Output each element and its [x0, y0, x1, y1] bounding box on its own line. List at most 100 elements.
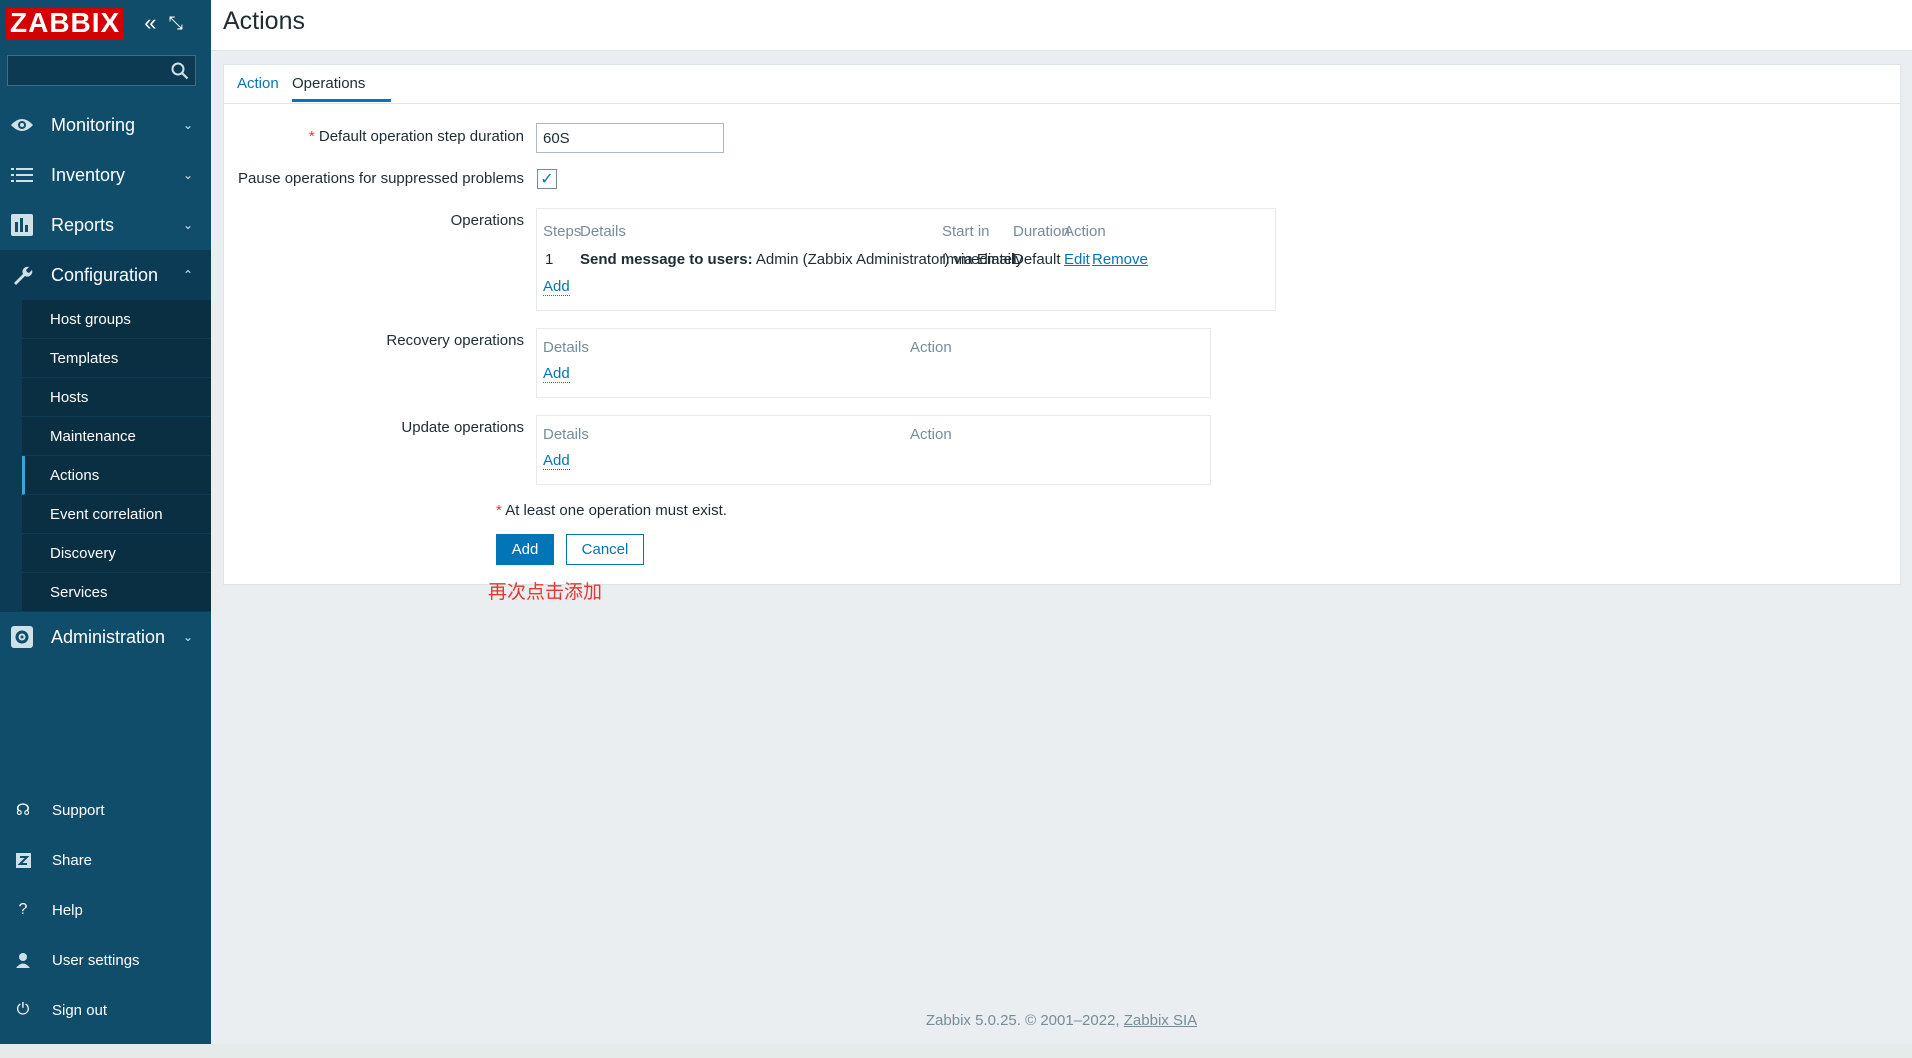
main-nav: Monitoring ⌄ Inventory ⌄ Reports ⌄ Confi… — [0, 100, 211, 662]
collapse-sidebar-icon[interactable]: « — [144, 10, 156, 36]
submenu-discovery[interactable]: Discovery — [22, 534, 211, 573]
footer-text: Zabbix 5.0.25. © 2001–2022, — [925, 1012, 1120, 1029]
nav-label: User settings — [52, 951, 140, 969]
kiosk-mode-icon[interactable]: ⤡ — [168, 13, 182, 34]
tab-operations[interactable]: Operations — [292, 75, 365, 92]
remove-operation-link[interactable]: Remove — [1092, 251, 1148, 268]
chevron-down-icon: ⌄ — [182, 630, 193, 644]
nav-label: Share — [52, 851, 93, 869]
chevron-up-icon: ⌃ — [182, 268, 193, 282]
bottom-bar — [0, 1044, 1912, 1058]
tab-bar: Action Operations — [224, 65, 1900, 104]
operations-label: Operations — [450, 212, 524, 229]
submenu-host-groups[interactable]: Host groups — [22, 300, 211, 339]
update-operations-label: Update operations — [401, 419, 524, 436]
column-header: Steps — [543, 223, 582, 240]
operations-table: Steps Details Start in Duration Action 1… — [536, 208, 1276, 311]
page-header: Actions — [211, 0, 1912, 51]
recovery-operations-table: Details Action Add — [536, 328, 1211, 398]
search-icon[interactable] — [171, 62, 189, 80]
z-icon — [14, 852, 32, 868]
sidebar: ZABBIX « ⤡ Monitoring ⌄ Inventory ⌄ Repo… — [0, 0, 211, 1044]
add-button[interactable]: Add — [496, 534, 554, 565]
nav-support[interactable]: ☊ Support — [0, 785, 211, 835]
tab-action[interactable]: Action — [237, 75, 279, 92]
nav-inventory[interactable]: Inventory ⌄ — [0, 150, 211, 200]
nav-configuration[interactable]: Configuration ⌃ — [0, 250, 211, 300]
update-operations-table: Details Action Add — [536, 415, 1211, 485]
submenu-templates[interactable]: Templates — [22, 339, 211, 378]
footer: Zabbix 5.0.25. © 2001–2022, Zabbix SIA — [211, 1012, 1912, 1029]
logo-row: ZABBIX « ⤡ — [0, 0, 211, 46]
cancel-button[interactable]: Cancel — [566, 534, 644, 565]
required-note: * At least one operation must exist. — [496, 502, 727, 519]
zabbix-sia-link[interactable]: Zabbix SIA — [1124, 1012, 1197, 1029]
list-icon — [10, 163, 34, 187]
page-title: Actions — [223, 7, 305, 35]
operation-step: 1 — [545, 251, 554, 268]
user-icon — [14, 952, 32, 968]
bottom-nav: ☊ Support Share ? Help User settings ⏻ S… — [0, 785, 211, 1035]
column-header: Action — [1064, 223, 1106, 240]
step-duration-label: * Default operation step duration — [308, 128, 524, 145]
recovery-operations-label: Recovery operations — [386, 332, 524, 349]
power-icon: ⏻ — [16, 1001, 30, 1018]
nav-label: Inventory — [51, 164, 126, 185]
nav-label: Monitoring — [51, 114, 136, 135]
operation-details-bold: Send message to users: — [580, 251, 753, 268]
step-duration-input[interactable] — [536, 123, 724, 153]
submenu-maintenance[interactable]: Maintenance — [22, 417, 211, 456]
pause-suppressed-checkbox[interactable]: ✓ — [537, 169, 557, 189]
zabbix-logo[interactable]: ZABBIX — [6, 7, 125, 39]
chevron-down-icon: ⌄ — [182, 218, 193, 232]
column-header: Duration — [1013, 223, 1070, 240]
chevron-down-icon: ⌄ — [182, 168, 193, 182]
eye-icon — [10, 113, 34, 137]
search-box — [7, 55, 196, 86]
nav-share[interactable]: Share — [0, 835, 211, 885]
headset-icon: ☊ — [15, 802, 31, 819]
nav-reports[interactable]: Reports ⌄ — [0, 200, 211, 250]
add-update-operation-link[interactable]: Add — [543, 452, 570, 470]
chevron-down-icon: ⌄ — [182, 118, 193, 132]
search-input[interactable] — [12, 60, 162, 82]
wrench-icon — [10, 263, 34, 287]
submenu-event-correlation[interactable]: Event correlation — [22, 495, 211, 534]
operation-start-in: Immediately — [942, 251, 1023, 268]
submenu-actions[interactable]: Actions — [22, 456, 211, 495]
column-header: Details — [580, 223, 626, 240]
question-icon: ? — [18, 901, 28, 918]
nav-label: Help — [52, 901, 83, 919]
nav-sign-out[interactable]: ⏻ Sign out — [0, 985, 211, 1035]
nav-label: Administration — [51, 626, 166, 647]
action-form-panel: Action Operations * Default operation st… — [223, 64, 1901, 585]
nav-label: Configuration — [51, 264, 159, 285]
submenu-services[interactable]: Services — [22, 573, 211, 612]
add-operation-link[interactable]: Add — [543, 278, 570, 296]
column-header: Action — [910, 426, 952, 443]
column-header: Details — [543, 426, 589, 443]
column-header: Start in — [942, 223, 990, 240]
nav-label: Sign out — [52, 1001, 108, 1019]
nav-monitoring[interactable]: Monitoring ⌄ — [0, 100, 211, 150]
nav-label: Reports — [51, 214, 115, 235]
annotation-text: 再次点击添加 — [488, 581, 603, 603]
gear-icon — [10, 625, 34, 649]
nav-label: Support — [52, 801, 105, 819]
nav-help[interactable]: ? Help — [0, 885, 211, 935]
operation-duration: Default — [1013, 251, 1061, 268]
submenu-hosts[interactable]: Hosts — [22, 378, 211, 417]
edit-operation-link[interactable]: Edit — [1064, 251, 1090, 268]
nav-user-settings[interactable]: User settings — [0, 935, 211, 985]
configuration-submenu: Host groups Templates Hosts Maintenance … — [0, 300, 211, 612]
column-header: Details — [543, 339, 589, 356]
tab-active-indicator — [292, 99, 391, 102]
column-header: Action — [910, 339, 952, 356]
nav-administration[interactable]: Administration ⌄ — [0, 612, 211, 662]
pause-suppressed-label: Pause operations for suppressed problems — [238, 170, 524, 187]
checkmark-icon: ✓ — [540, 171, 554, 188]
required-mark: * — [308, 128, 319, 145]
required-mark: * — [496, 502, 506, 519]
add-recovery-operation-link[interactable]: Add — [543, 365, 570, 383]
bar-chart-icon — [10, 213, 34, 237]
